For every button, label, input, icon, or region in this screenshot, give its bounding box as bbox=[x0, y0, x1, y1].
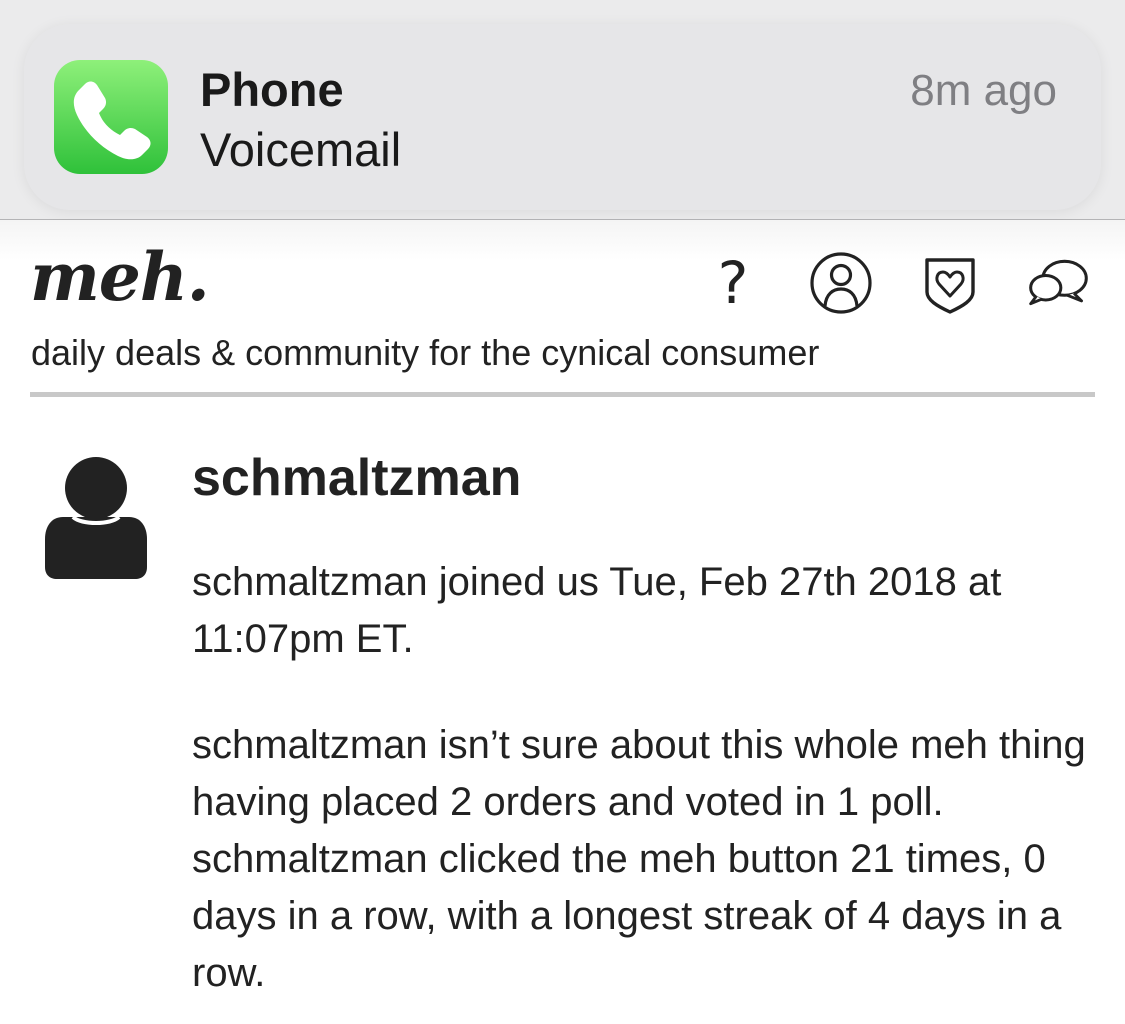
deals-shield-icon[interactable] bbox=[917, 250, 983, 316]
meh-logo[interactable]: meh. bbox=[30, 238, 210, 316]
profile-stats-text: schmaltzman isn’t sure about this whole … bbox=[192, 723, 1086, 995]
notification-app-name: Phone bbox=[200, 63, 344, 116]
help-icon[interactable]: ? bbox=[700, 250, 766, 316]
forum-chat-icon[interactable] bbox=[1025, 250, 1091, 316]
account-icon[interactable] bbox=[808, 250, 874, 316]
notification-area: Phone Voicemail 8m ago bbox=[0, 0, 1125, 220]
profile-username: schmaltzman bbox=[192, 449, 522, 507]
user-silhouette-icon bbox=[43, 455, 149, 581]
phone-app-icon bbox=[54, 60, 168, 174]
site-tagline: daily deals & community for the cynical … bbox=[31, 332, 820, 373]
notification-message: Voicemail bbox=[200, 123, 402, 176]
profile-joined-text: schmaltzman joined us Tue, Feb 27th 2018… bbox=[192, 560, 1002, 661]
notification-timestamp: 8m ago bbox=[910, 66, 1057, 115]
phone-icon bbox=[73, 81, 151, 160]
header-divider bbox=[30, 392, 1095, 397]
voicemail-notification[interactable]: Phone Voicemail 8m ago bbox=[24, 24, 1101, 210]
